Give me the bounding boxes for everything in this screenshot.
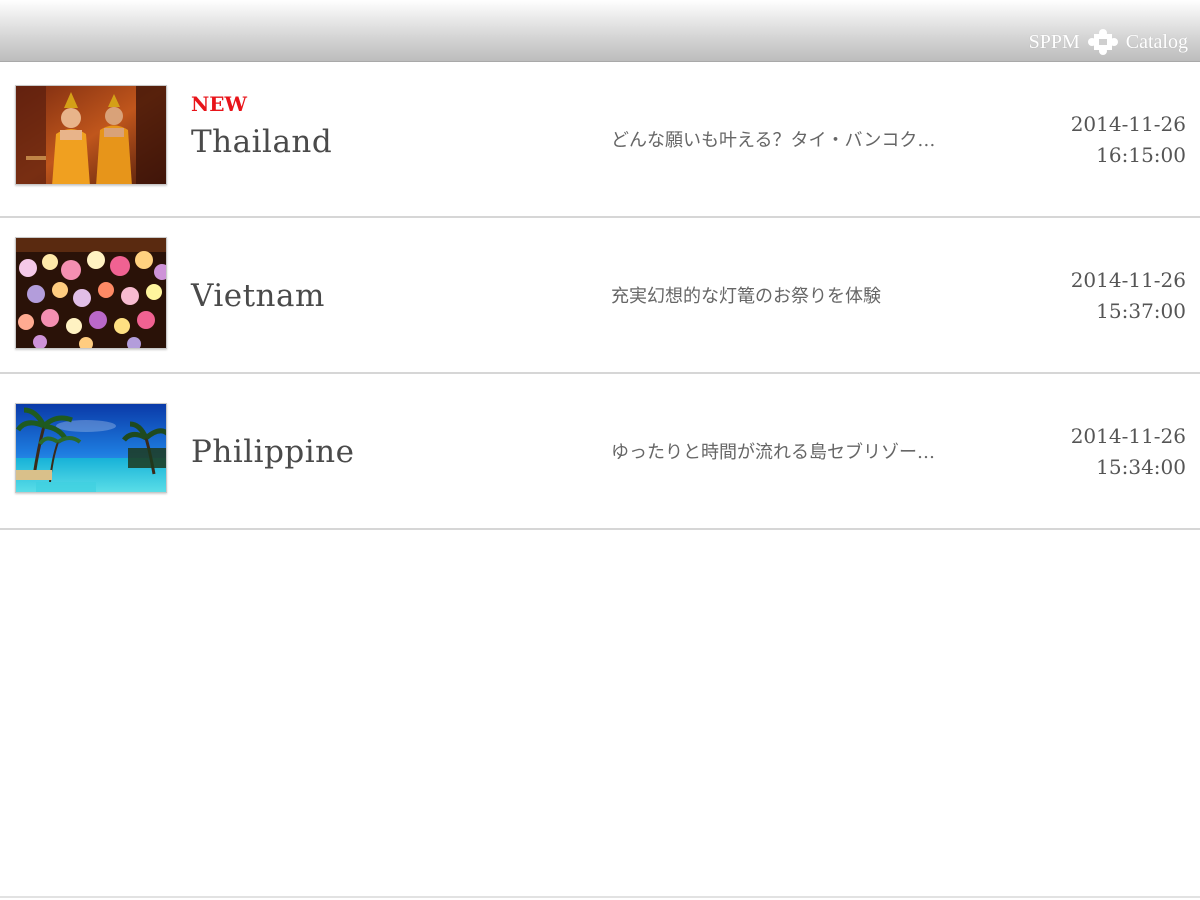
thai-dancers-photo — [15, 85, 167, 185]
item-date: 2014-11-26 — [1070, 268, 1186, 292]
lanterns-photo — [15, 237, 167, 349]
item-description: 充実幻想的な灯篭のお祭りを体験 — [611, 286, 881, 307]
item-time: 16:15:00 — [1096, 143, 1186, 167]
item-date: 2014-11-26 — [1070, 424, 1186, 448]
brand-right-text: Catalog — [1125, 30, 1188, 53]
new-badge: NEW — [191, 92, 247, 116]
bottom-divider — [0, 896, 1200, 898]
item-date: 2014-11-26 — [1070, 112, 1186, 136]
item-title: Vietnam — [191, 278, 325, 314]
brand-left-text: SPPM — [1028, 30, 1080, 53]
list-item[interactable]: Philippine ゆったりと時間が流れる島セブリゾー… 2014-11-26… — [0, 374, 1200, 530]
top-bar: SPPM Catalog — [0, 0, 1200, 62]
item-description: どんな願いも叶える？タイ・バンコク… — [611, 130, 936, 151]
article-list: NEW Thailand どんな願いも叶える？タイ・バンコク… 2014-11-… — [0, 62, 1200, 530]
item-time: 15:34:00 — [1096, 455, 1186, 479]
brand-logo[interactable]: SPPM Catalog — [1029, 28, 1188, 56]
item-title: Thailand — [191, 124, 333, 160]
list-item[interactable]: Vietnam 充実幻想的な灯篭のお祭りを体験 2014-11-26 15:37… — [0, 218, 1200, 374]
puzzle-piece-icon — [1087, 29, 1118, 55]
list-item[interactable]: NEW Thailand どんな願いも叶える？タイ・バンコク… 2014-11-… — [0, 62, 1200, 218]
tropical-beach-photo — [15, 403, 167, 493]
item-time: 15:37:00 — [1096, 299, 1186, 323]
item-description: ゆったりと時間が流れる島セブリゾー… — [611, 442, 935, 463]
item-title: Philippine — [191, 434, 355, 470]
